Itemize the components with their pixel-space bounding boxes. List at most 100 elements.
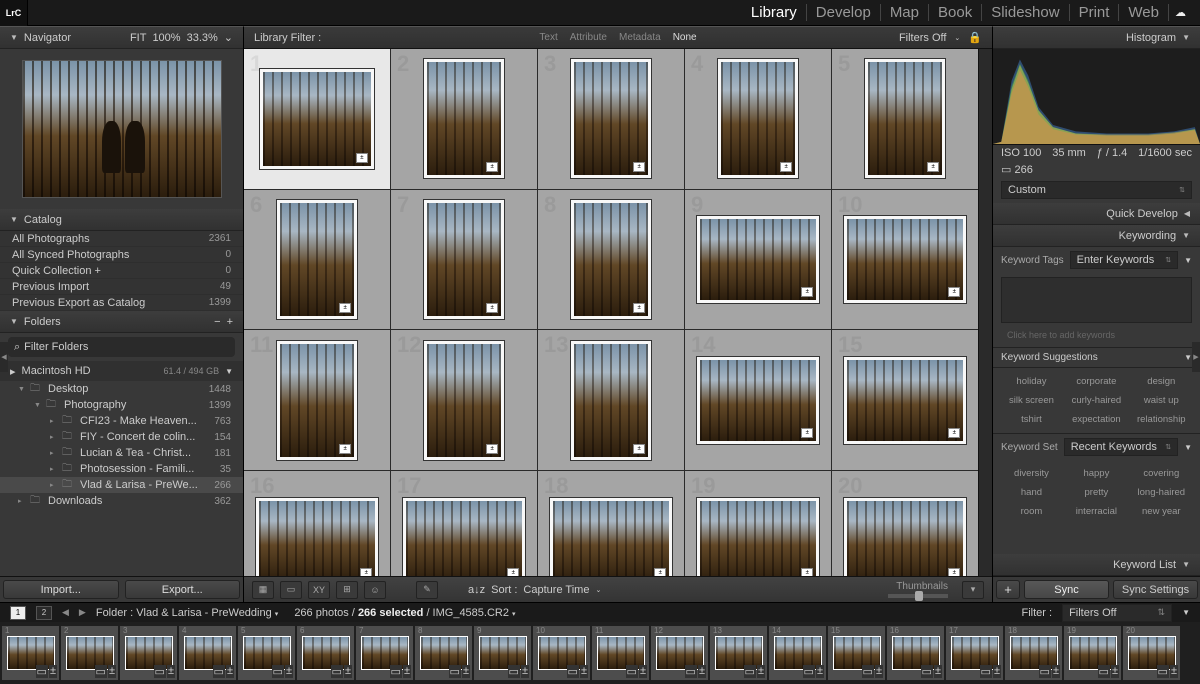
filter-tab-text[interactable]: Text bbox=[539, 32, 557, 43]
grid-cell[interactable]: 4± bbox=[685, 49, 831, 189]
grid-cell[interactable]: 11± bbox=[244, 330, 390, 470]
filmstrip-cell[interactable]: 1▭± bbox=[2, 626, 59, 680]
screen-1-button[interactable]: 1 bbox=[10, 606, 26, 620]
keyword-hint[interactable]: Click here to add keywords bbox=[1001, 327, 1192, 343]
sort-direction-icon[interactable]: a↓z bbox=[468, 584, 485, 596]
grid-cell[interactable]: 2± bbox=[391, 49, 537, 189]
filter-tab-none[interactable]: None bbox=[673, 32, 697, 43]
triangle-down-icon[interactable]: ▼ bbox=[1184, 256, 1192, 265]
keyword-suggestion[interactable]: silk screen bbox=[999, 391, 1064, 410]
drive-row[interactable]: ▸ Macintosh HD 61.4 / 494 GB ▼ bbox=[0, 361, 243, 381]
survey-view-icon[interactable]: ⊞ bbox=[336, 581, 358, 599]
folders-header[interactable]: ▼ Folders − + bbox=[0, 311, 243, 333]
sync-settings-button[interactable]: Sync Settings bbox=[1113, 580, 1198, 599]
module-print[interactable]: Print bbox=[1070, 4, 1120, 21]
filmstrip-cell[interactable]: 5▭± bbox=[238, 626, 295, 680]
grid-cell[interactable]: 6± bbox=[244, 190, 390, 330]
right-panel-collapse-icon[interactable]: ▶ bbox=[1192, 342, 1200, 372]
export-button[interactable]: Export... bbox=[125, 580, 241, 599]
module-develop[interactable]: Develop bbox=[807, 4, 881, 21]
module-slideshow[interactable]: Slideshow bbox=[982, 4, 1069, 21]
filmstrip-cell[interactable]: 2▭± bbox=[61, 626, 118, 680]
keyword-suggestion[interactable]: expectation bbox=[1064, 410, 1129, 429]
navigator-preview[interactable] bbox=[0, 49, 243, 209]
nav-fit[interactable]: FIT bbox=[130, 32, 147, 44]
keyword-set-item[interactable]: interracial bbox=[1064, 502, 1129, 521]
folder-row[interactable]: ▸🗀Photosession - Famili...35 bbox=[0, 461, 243, 477]
keyword-set-item[interactable]: covering bbox=[1129, 464, 1194, 483]
keyword-set-item[interactable]: hand bbox=[999, 483, 1064, 502]
thumbnail-size-control[interactable]: Thumbnails bbox=[888, 581, 948, 598]
catalog-row[interactable]: Previous Import49 bbox=[0, 279, 243, 295]
module-web[interactable]: Web bbox=[1119, 4, 1169, 21]
filmstrip-cell[interactable]: 18▭± bbox=[1005, 626, 1062, 680]
filmstrip-cell[interactable]: 4▭± bbox=[179, 626, 236, 680]
nav-back-icon[interactable]: ◀ bbox=[62, 607, 69, 618]
folder-row[interactable]: ▸🗀Downloads362 bbox=[0, 493, 243, 509]
grid-cell[interactable]: 5± bbox=[832, 49, 978, 189]
module-book[interactable]: Book bbox=[929, 4, 982, 21]
chevron-down-icon[interactable]: ▾ bbox=[962, 581, 984, 599]
keywording-header[interactable]: Keywording ▼ bbox=[993, 225, 1200, 247]
folder-row[interactable]: ▼🗀Desktop1448 bbox=[0, 381, 243, 397]
folder-row[interactable]: ▸🗀FIY - Concert de colin...154 bbox=[0, 429, 243, 445]
filmstrip-cell[interactable]: 9▭± bbox=[474, 626, 531, 680]
filmstrip-cell[interactable]: 17▭± bbox=[946, 626, 1003, 680]
sort-control[interactable]: a↓z Sort : Capture Time ⌄ bbox=[468, 584, 601, 596]
grid-cell[interactable]: 12± bbox=[391, 330, 537, 470]
plus-button[interactable]: + bbox=[996, 580, 1020, 599]
plus-icon[interactable]: + bbox=[227, 316, 233, 328]
keyword-suggestion[interactable]: corporate bbox=[1064, 372, 1129, 391]
keyword-set-item[interactable]: diversity bbox=[999, 464, 1064, 483]
filmstrip-cell[interactable]: 14▭± bbox=[769, 626, 826, 680]
nav-33[interactable]: 33.3% bbox=[187, 32, 218, 44]
grid-cell[interactable]: 9± bbox=[685, 190, 831, 330]
folder-row[interactable]: ▸🗀CFI23 - Make Heaven...763 bbox=[0, 413, 243, 429]
catalog-row[interactable]: All Synced Photographs0 bbox=[0, 247, 243, 263]
keyword-set-item[interactable]: long-haired bbox=[1129, 483, 1194, 502]
catalog-header[interactable]: ▼ Catalog bbox=[0, 209, 243, 231]
painter-icon[interactable]: ✎ bbox=[416, 581, 438, 599]
keyword-tags-select[interactable]: Enter Keywords ⇅ bbox=[1070, 251, 1178, 269]
grid-cell[interactable]: 17± bbox=[391, 471, 537, 576]
keyword-textarea[interactable] bbox=[1001, 277, 1192, 323]
module-library[interactable]: Library bbox=[742, 4, 807, 21]
filmstrip-cell[interactable]: 6▭± bbox=[297, 626, 354, 680]
sync-button[interactable]: Sync bbox=[1024, 580, 1109, 599]
folder-row[interactable]: ▸🗀Vlad & Larisa - PreWe...266 bbox=[0, 477, 243, 493]
chevron-down-icon[interactable]: ▼ bbox=[225, 367, 233, 376]
chevron-down-icon[interactable]: ⌄ bbox=[954, 34, 960, 42]
filter-tab-metadata[interactable]: Metadata bbox=[619, 32, 661, 43]
nav-100[interactable]: 100% bbox=[152, 32, 180, 44]
folder-row[interactable]: ▸🗀Lucian & Tea - Christ...181 bbox=[0, 445, 243, 461]
catalog-row[interactable]: All Photographs2361 bbox=[0, 231, 243, 247]
keyword-suggestion[interactable]: waist up bbox=[1129, 391, 1194, 410]
filmstrip-cell[interactable]: 3▭± bbox=[120, 626, 177, 680]
filmstrip[interactable]: 1▭±2▭±3▭±4▭±5▭±6▭±7▭±8▭±9▭±10▭±11▭±12▭±1… bbox=[0, 622, 1200, 684]
grid-cell[interactable]: 1± bbox=[244, 49, 390, 189]
keyword-sugg-header[interactable]: Keyword Suggestions ▼ bbox=[993, 347, 1200, 368]
grid-cell[interactable]: 20± bbox=[832, 471, 978, 576]
filmstrip-cell[interactable]: 13▭± bbox=[710, 626, 767, 680]
left-panel-collapse-icon[interactable]: ◀ bbox=[0, 342, 8, 372]
filmstrip-collapse-icon[interactable]: ▼ bbox=[1182, 608, 1190, 617]
histogram[interactable] bbox=[993, 49, 1200, 145]
keyword-suggestion[interactable]: tshirt bbox=[999, 410, 1064, 429]
filmstrip-cell[interactable]: 16▭± bbox=[887, 626, 944, 680]
grid-cell[interactable]: 16± bbox=[244, 471, 390, 576]
module-map[interactable]: Map bbox=[881, 4, 929, 21]
grid-cell[interactable]: 3± bbox=[538, 49, 684, 189]
grid-cell[interactable]: 7± bbox=[391, 190, 537, 330]
filmstrip-cell[interactable]: 20▭± bbox=[1123, 626, 1180, 680]
keyword-set-item[interactable]: pretty bbox=[1064, 483, 1129, 502]
filmstrip-cell[interactable]: 10▭± bbox=[533, 626, 590, 680]
grid-scrollbar[interactable] bbox=[978, 49, 992, 576]
status-filter-select[interactable]: Filters Off ⇅ bbox=[1062, 604, 1172, 622]
compare-view-icon[interactable]: XY bbox=[308, 581, 330, 599]
grid-cell[interactable]: 8± bbox=[538, 190, 684, 330]
grid-cell[interactable]: 10± bbox=[832, 190, 978, 330]
minus-icon[interactable]: − bbox=[214, 316, 220, 328]
catalog-row[interactable]: Quick Collection +0 bbox=[0, 263, 243, 279]
keyword-set-item[interactable]: new year bbox=[1129, 502, 1194, 521]
thumbnail-grid[interactable]: 1±2±3±4±5±6±7±8±9±10±11±12±13±14±15±16±1… bbox=[244, 49, 978, 576]
